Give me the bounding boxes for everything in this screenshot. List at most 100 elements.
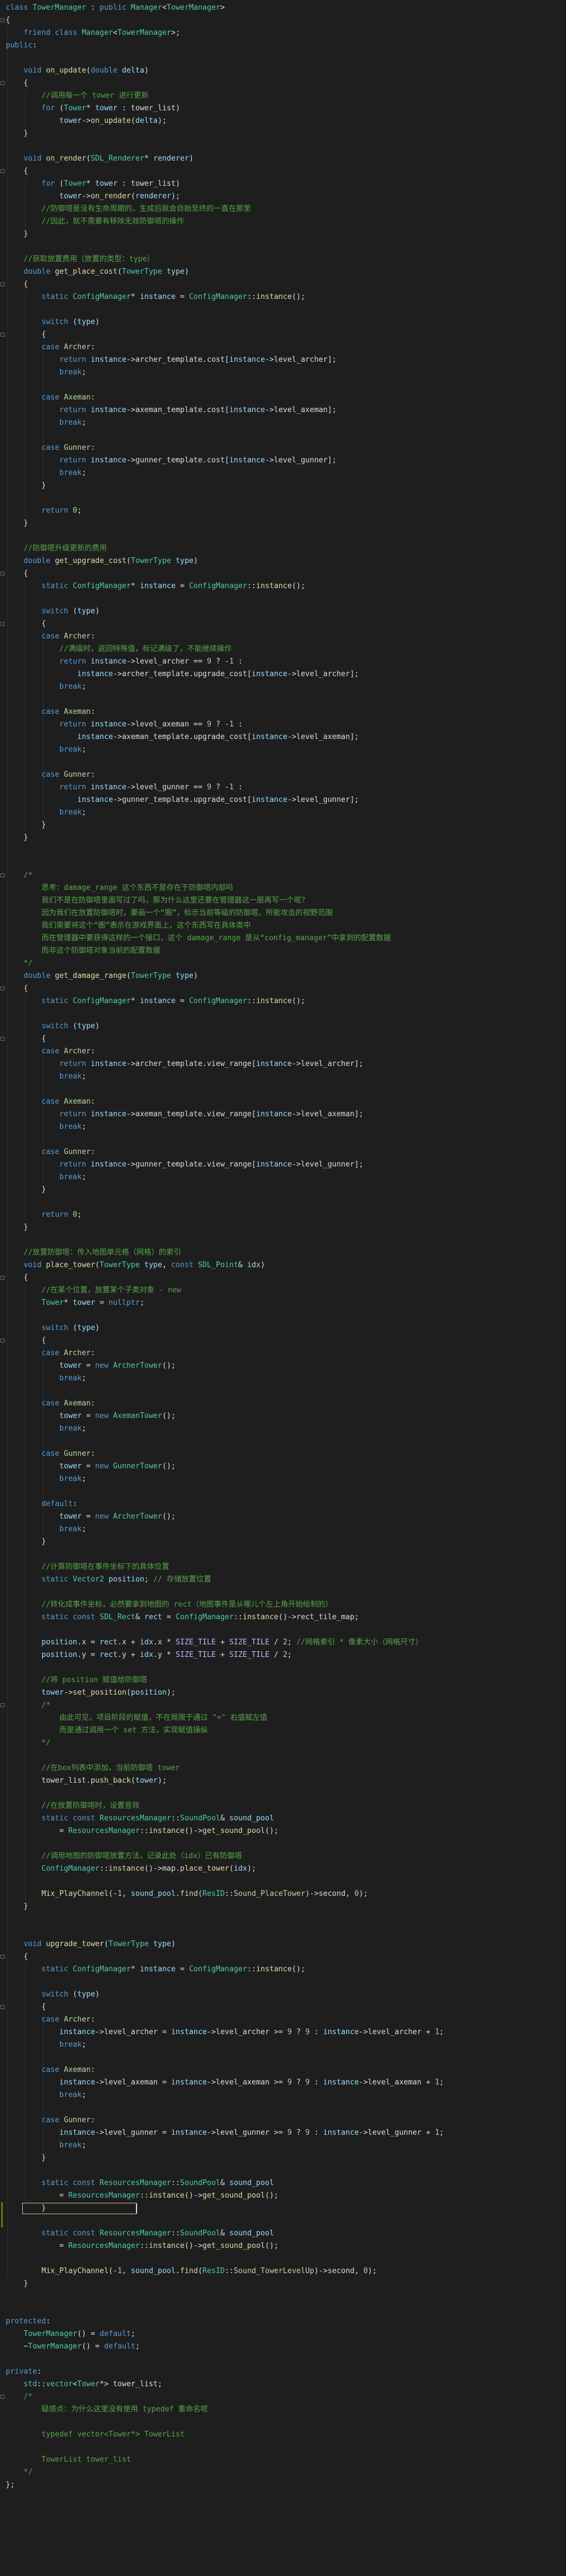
code-line[interactable]: static const SDL_Rect& rect = ConfigMana…: [6, 1611, 359, 1624]
code-line[interactable]: break;: [6, 681, 86, 693]
code-line[interactable]: break;: [6, 417, 86, 429]
code-line[interactable]: }: [6, 517, 28, 530]
code-line[interactable]: 而非这个防御塔对象当前的配置数据: [6, 945, 160, 957]
code-line[interactable]: break;: [6, 1071, 86, 1083]
code-line[interactable]: return instance->axeman_template.view_ra…: [6, 1108, 363, 1121]
code-line[interactable]: instance->level_archer = instance->level…: [6, 2026, 444, 2039]
code-line[interactable]: std::vector<Tower*> tower_list;: [6, 2378, 162, 2391]
code-line[interactable]: case Archer:: [6, 630, 95, 643]
code-line[interactable]: break;: [6, 744, 86, 756]
code-line[interactable]: ConfigManager::instance()->map.place_tow…: [6, 1863, 256, 1875]
code-line[interactable]: }: [6, 228, 28, 241]
code-line[interactable]: tower = new AxemanTower();: [6, 1410, 176, 1423]
code-line[interactable]: static const ResourcesManager::SoundPool…: [6, 1812, 274, 1825]
code-line[interactable]: switch (type): [6, 1020, 100, 1033]
code-line[interactable]: {: [6, 618, 46, 630]
code-line[interactable]: }: [6, 1184, 46, 1196]
code-line[interactable]: return instance->level_gunner == 9 ? -1 …: [6, 781, 243, 794]
code-line[interactable]: return instance->gunner_template.view_ra…: [6, 1159, 363, 1171]
code-line[interactable]: return instance->gunner_template.cost[in…: [6, 454, 336, 467]
code-line[interactable]: tower_list.push_back(tower);: [6, 1775, 167, 1787]
code-line[interactable]: static ConfigManager* instance = ConfigM…: [6, 995, 306, 1008]
fold-toggle-icon[interactable]: [1, 572, 5, 576]
code-line[interactable]: {: [6, 77, 28, 90]
code-line[interactable]: break;: [6, 1372, 86, 1385]
code-line[interactable]: Mix_PlayChannel(-1, sound_pool.find(ResI…: [6, 1888, 368, 1900]
code-line[interactable]: void upgrade_tower(TowerType type): [6, 1938, 175, 1951]
code-line[interactable]: 而在管理器中要获得这样的一个接口，这个 damage_range 是从“conf…: [6, 932, 391, 945]
code-line[interactable]: public:: [6, 39, 37, 52]
code-line[interactable]: protected:: [6, 2315, 50, 2328]
code-line[interactable]: {: [6, 2001, 46, 2014]
code-line[interactable]: return instance->level_archer == 9 ? -1 …: [6, 656, 243, 668]
code-line[interactable]: }: [6, 819, 46, 832]
code-line[interactable]: }: [6, 127, 28, 140]
code-line[interactable]: class TowerManager : public Manager<Towe…: [6, 2, 225, 14]
code-line[interactable]: 由此可见，项目阶段的赋值，不在局限于通过 "=" 右值赋左值: [6, 1712, 267, 1724]
code-line[interactable]: double get_place_cost(TowerType type): [6, 266, 189, 278]
code-line[interactable]: //计算防御塔在事件坐标下的具体位置: [6, 1561, 170, 1573]
code-line[interactable]: double get_damage_range(TowerType type): [6, 970, 198, 983]
code-line[interactable]: //将 position 赋值给防御塔: [6, 1674, 147, 1687]
fold-toggle-icon[interactable]: [1, 987, 5, 991]
code-line[interactable]: {: [6, 329, 46, 341]
code-line[interactable]: Tower* tower = nullptr;: [6, 1297, 144, 1309]
code-line[interactable]: {: [6, 1951, 28, 1963]
code-line[interactable]: case Axeman:: [6, 2064, 95, 2076]
code-line[interactable]: //因此，就不需要有移除无效防御塔的操作: [6, 215, 184, 228]
code-line[interactable]: case Gunner:: [6, 1448, 95, 1460]
code-line[interactable]: static const ResourcesManager::SoundPool…: [6, 2227, 274, 2240]
code-line[interactable]: ~TowerManager() = default;: [6, 2341, 140, 2353]
code-line[interactable]: //防御塔升级更新的费用: [6, 542, 107, 555]
code-line[interactable]: }: [6, 832, 28, 844]
code-line[interactable]: /*: [6, 1699, 51, 1712]
code-line[interactable]: break;: [6, 467, 86, 480]
code-line[interactable]: }: [6, 2152, 46, 2164]
code-line[interactable]: }: [6, 1221, 28, 1234]
code-line[interactable]: }: [6, 2278, 28, 2290]
code-line[interactable]: instance->axeman_template.upgrade_cost[i…: [6, 731, 359, 744]
code-line[interactable]: instance->archer_template.upgrade_cost[i…: [6, 668, 359, 681]
code-line[interactable]: case Axeman:: [6, 706, 95, 718]
code-line[interactable]: Mix_PlayChannel(-1, sound_pool.find(ResI…: [6, 2265, 377, 2278]
fold-toggle-icon[interactable]: [1, 2395, 5, 2399]
code-line[interactable]: double get_upgrade_cost(TowerType type): [6, 555, 198, 568]
code-line[interactable]: //放置防御塔：传入地图单元格（网格）的索引: [6, 1247, 181, 1259]
code-line[interactable]: position.y = rect.y + idx.y * SIZE_TILE …: [6, 1649, 292, 1662]
code-line[interactable]: = ResourcesManager::instance()->get_soun…: [6, 1825, 279, 1838]
code-line[interactable]: for (Tower* tower : tower_list): [6, 178, 180, 190]
code-line[interactable]: void on_update(double delta): [6, 65, 148, 77]
code-line[interactable]: break;: [6, 806, 86, 819]
code-line[interactable]: 我们需要将这个“圈”表示在游戏界面上，这个东西写在具体类中: [6, 920, 251, 932]
code-line[interactable]: tower->on_render(renderer);: [6, 190, 180, 203]
code-line[interactable]: return 0;: [6, 505, 82, 517]
code-line[interactable]: case Gunner:: [6, 2114, 95, 2127]
code-line[interactable]: instance->level_axeman = instance->level…: [6, 2076, 444, 2089]
code-line[interactable]: 因为我们在放置防御塔时，要画一个“圈”，标示当前等级的防御塔，所能攻击的视野范围: [6, 907, 333, 920]
code-line[interactable]: case Archer:: [6, 1347, 95, 1360]
fold-toggle-icon[interactable]: [1, 18, 5, 22]
code-line[interactable]: case Axeman:: [6, 1397, 95, 1410]
code-line[interactable]: return 0;: [6, 1209, 82, 1221]
code-line[interactable]: 我们不是在防御塔里面写过了吗，那为什么这里还要在管理器这一层再写一个呢？: [6, 894, 309, 907]
code-line[interactable]: {: [6, 1272, 28, 1284]
code-line[interactable]: = ResourcesManager::instance()->get_soun…: [6, 2190, 279, 2202]
code-line[interactable]: break;: [6, 1523, 86, 1536]
code-line[interactable]: */: [6, 1737, 51, 1750]
code-line[interactable]: }: [6, 1900, 28, 1913]
code-line[interactable]: static ConfigManager* instance = ConfigM…: [6, 291, 306, 303]
code-line[interactable]: instance->level_gunner = instance->level…: [6, 2127, 444, 2139]
code-line[interactable]: //满级时，返回特殊值，标记满级了，不能继续操作: [6, 643, 232, 656]
code-line[interactable]: case Archer:: [6, 341, 95, 354]
code-line[interactable]: }: [6, 480, 46, 492]
code-line[interactable]: {: [6, 278, 28, 291]
code-line[interactable]: {: [6, 983, 28, 995]
code-line[interactable]: return instance->archer_template.cost[in…: [6, 354, 336, 366]
fold-toggle-icon[interactable]: [1, 169, 5, 173]
fold-toggle-icon[interactable]: [1, 1339, 5, 1343]
fold-toggle-icon[interactable]: [1, 622, 5, 626]
code-line[interactable]: break;: [6, 2089, 86, 2102]
code-line[interactable]: static Vector2 position; // 存储放置位置: [6, 1573, 211, 1586]
code-line[interactable]: case Gunner:: [6, 1146, 95, 1159]
code-line[interactable]: case Archer:: [6, 1045, 95, 1058]
